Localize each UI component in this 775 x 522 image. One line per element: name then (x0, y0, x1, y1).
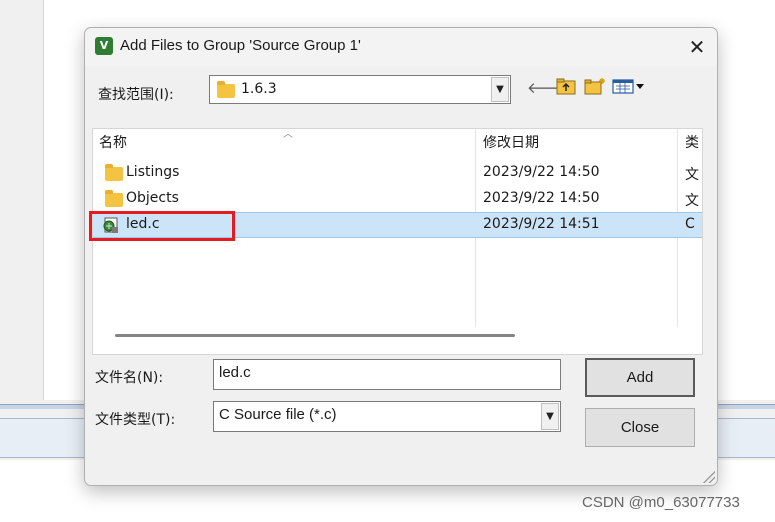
filetype-label: 文件类型(T): (95, 412, 176, 428)
file-name: Objects (126, 190, 179, 206)
back-arrow-icon[interactable]: 🡐 (527, 77, 567, 99)
new-folder-icon[interactable] (583, 77, 607, 99)
list-item-selected[interactable]: led.c 2023/9/22 14:51 C (89, 211, 702, 241)
column-header-name[interactable]: 名称 (93, 129, 475, 157)
filetype-value: C Source file (*.c) (219, 406, 337, 423)
keil-app-icon: V (95, 37, 113, 55)
file-date: 2023/9/22 14:51 (483, 216, 600, 232)
file-date: 2023/9/22 14:50 (483, 190, 600, 206)
close-button[interactable]: Close (585, 408, 695, 447)
chevron-down-icon[interactable]: ▼ (491, 77, 509, 102)
dialog-title: Add Files to Group 'Source Group 1' (120, 37, 361, 54)
folder-icon (105, 190, 123, 207)
lookin-value: 1.6.3 (241, 81, 277, 97)
file-type: 文 (685, 193, 699, 209)
filetype-select[interactable]: C Source file (*.c) ▼ (213, 401, 561, 432)
dialog-titlebar[interactable]: V Add Files to Group 'Source Group 1' ✕ (85, 28, 717, 66)
list-item[interactable]: Listings 2023/9/22 14:50 文 (93, 160, 702, 186)
close-icon[interactable]: ✕ (683, 34, 711, 60)
add-files-dialog: V Add Files to Group 'Source Group 1' ✕ … (84, 27, 718, 486)
view-menu-icon[interactable] (612, 77, 648, 99)
lookin-label: 查找范围(I): (98, 87, 174, 103)
filename-input[interactable]: led.c (213, 359, 561, 390)
file-type: 文 (685, 167, 699, 183)
filename-value: led.c (219, 364, 251, 381)
folder-icon (105, 164, 123, 181)
up-folder-icon[interactable] (555, 77, 577, 99)
add-button[interactable]: Add (585, 358, 695, 397)
lookin-combobox[interactable]: 1.6.3 ▼ (209, 75, 511, 104)
file-name: Listings (126, 164, 180, 180)
file-date: 2023/9/22 14:50 (483, 164, 600, 180)
background-left-panel (0, 0, 44, 400)
highlight-annotation-box (89, 211, 235, 241)
chevron-down-icon[interactable]: ▼ (541, 403, 559, 430)
file-type: C (685, 216, 695, 232)
watermark-text: CSDN @m0_63077733 (582, 494, 740, 511)
horizontal-scrollbar[interactable] (115, 334, 515, 337)
folder-icon (217, 81, 235, 98)
column-header-date[interactable]: 修改日期 (477, 129, 677, 157)
file-list-view[interactable]: ︿ 名称 修改日期 类 Listings 2023/9/22 14:50 文 O… (89, 128, 703, 355)
column-header-type[interactable]: 类 (679, 129, 703, 157)
list-item[interactable]: Objects 2023/9/22 14:50 文 (93, 186, 702, 212)
filename-label: 文件名(N): (95, 370, 164, 386)
resize-grip-icon[interactable] (703, 471, 715, 483)
